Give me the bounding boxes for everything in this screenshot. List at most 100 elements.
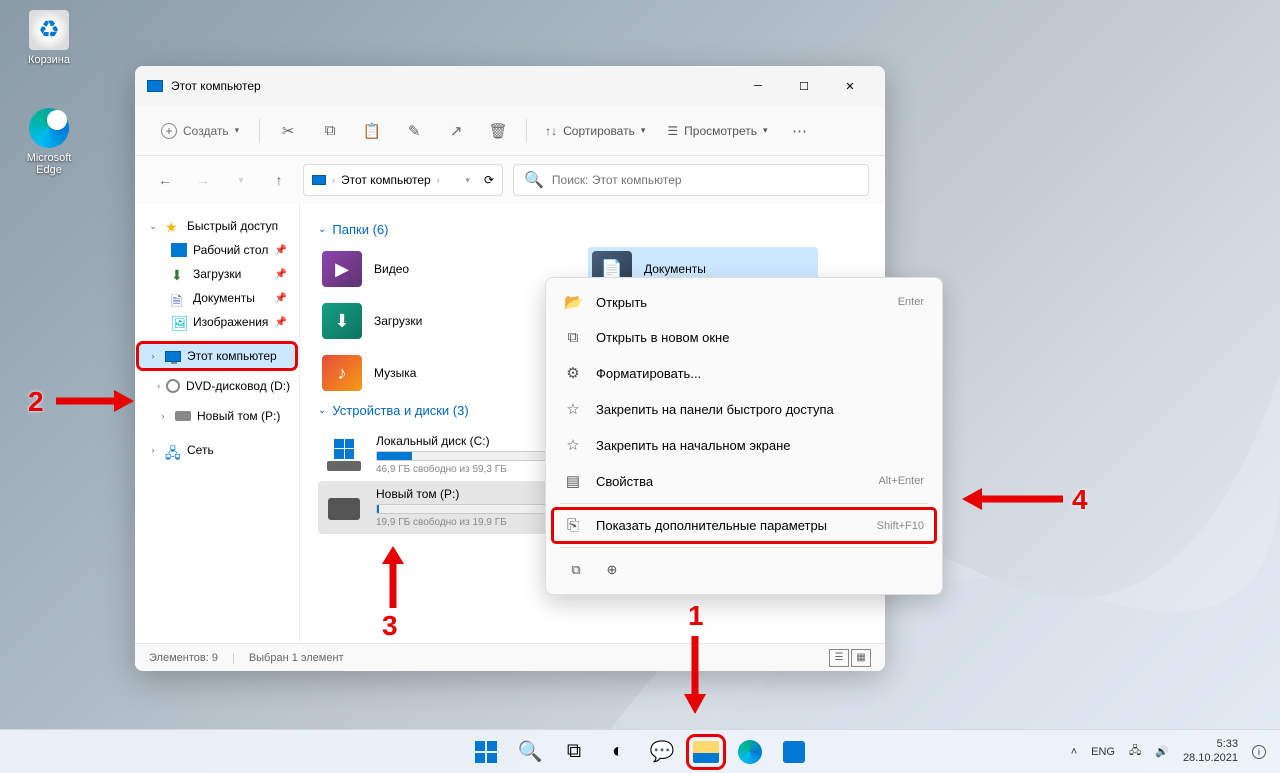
ctx-properties[interactable]: ▤ Свойства Alt+Enter [552,463,936,499]
tray-network-icon[interactable]: 🖧 [1129,742,1141,761]
sidebar-dvd[interactable]: › DVD-дисковод (D:) [139,374,295,398]
breadcrumb[interactable]: › Этот компьютер › ▾ ⟳ [303,164,503,196]
downloads-folder-icon: ⬇ [322,303,362,339]
arrow-icon [960,486,1065,512]
download-icon: ⬇ [171,267,187,281]
taskbar-taskview-button[interactable]: ⧉ [555,733,593,771]
tray-notifications-icon[interactable]: i [1252,745,1266,759]
up-button[interactable]: ↑ [265,166,293,194]
forward-button[interactable]: → [189,166,217,194]
search-icon: 🔍 [524,170,544,190]
format-icon: ⚙ [564,364,582,382]
more-options-icon: ⎘ [564,517,582,534]
chevron-right-icon: › [157,381,160,391]
taskbar-widgets-button[interactable]: ◐ [599,733,637,771]
ctx-pin-quick-access[interactable]: ☆ Закрепить на панели быстрого доступа [552,391,936,427]
nav-sidebar: ⌄ ★ Быстрый доступ Рабочий стол 📌 ⬇ Загр… [135,204,300,643]
taskbar-explorer-button[interactable] [687,733,725,771]
titlebar[interactable]: Этот компьютер ─ ☐ ✕ [135,66,885,106]
maximize-button[interactable]: ☐ [781,70,827,102]
explorer-icon [693,741,719,763]
cut-button[interactable]: ✂ [270,115,306,147]
sidebar-this-pc[interactable]: › Этот компьютер [139,344,295,368]
chevron-down-icon: ⌄ [318,224,326,235]
rename-button[interactable]: ✎ [396,115,432,147]
tray-volume-icon[interactable]: 🔊 [1155,745,1169,758]
video-folder-icon: ▶ [322,251,362,287]
chevron-down-icon[interactable]: ▾ [465,175,470,186]
view-button[interactable]: ☰ Просмотреть ▾ [659,118,775,144]
item-count: Элементов: 9 [149,652,218,664]
pin-icon: 📌 [275,317,287,328]
chevron-right-icon: › [157,411,169,421]
ctx-open-new-window[interactable]: ⧉ Открыть в новом окне [552,320,936,355]
disc-icon [166,379,180,393]
new-button[interactable]: + Создать ▾ [151,117,249,145]
folder-music[interactable]: ♪ Музыка [318,351,548,395]
sort-icon: ↑↓ [545,124,557,138]
sort-button[interactable]: ↑↓ Сортировать ▾ [537,118,653,144]
sidebar-volume[interactable]: › Новый том (P:) [139,404,295,428]
callout-2: 2 [28,386,44,418]
callout-1: 1 [688,600,704,632]
network-icon: 🖧 [165,443,181,457]
back-button[interactable]: ← [151,166,179,194]
document-icon: 🗎 [171,291,187,305]
ctx-format[interactable]: ⚙ Форматировать... [552,355,936,391]
folder-open-icon: 📂 [564,293,582,311]
star-icon: ★ [165,219,181,233]
delete-button[interactable]: 🗑 [480,115,516,147]
chevron-right-icon: › [147,351,159,361]
music-folder-icon: ♪ [322,355,362,391]
refresh-button[interactable]: ⟳ [484,173,494,187]
ctx-copy-button[interactable]: ⧉ [562,558,590,582]
tray-clock[interactable]: 5:33 28.10.2021 [1183,738,1238,764]
this-pc-icon [165,351,181,362]
more-button[interactable]: ⋯ [782,115,818,147]
ctx-show-more-options[interactable]: ⎘ Показать дополнительные параметры Shif… [552,508,936,543]
plus-icon: + [161,123,177,139]
close-button[interactable]: ✕ [827,70,873,102]
folder-downloads[interactable]: ⬇ Загрузки [318,299,548,343]
folders-header[interactable]: ⌄ Папки (6) [318,222,867,237]
chevron-down-icon: ▾ [235,125,240,136]
pin-start-icon: ☆ [564,436,582,454]
taskbar-search-button[interactable]: 🔍 [511,733,549,771]
minimize-button[interactable]: ─ [735,70,781,102]
status-bar: Элементов: 9 | Выбран 1 элемент ☰ ▦ [135,643,885,671]
sidebar-downloads[interactable]: ⬇ Загрузки 📌 [139,262,295,286]
desktop-icon-recycle-bin[interactable]: Корзина [14,10,84,66]
edge-icon [29,108,69,148]
sidebar-pictures[interactable]: 🖼 Изображения 📌 [139,310,295,334]
sidebar-desktop[interactable]: Рабочий стол 📌 [139,238,295,262]
search-box[interactable]: 🔍 [513,164,869,196]
recycle-icon [29,10,69,50]
arrow-icon [380,546,406,610]
tray-chevron-icon[interactable]: ˄ [1071,746,1077,758]
tray-language[interactable]: ENG [1091,746,1115,758]
share-button[interactable]: ↗ [438,115,474,147]
view-grid-button[interactable]: ▦ [851,649,871,667]
sidebar-documents[interactable]: 🗎 Документы 📌 [139,286,295,310]
chevron-down-icon: ⌄ [318,405,326,416]
folder-video[interactable]: ▶ Видео [318,247,548,291]
ctx-pin-start[interactable]: ☆ Закрепить на начальном экране [552,427,936,463]
arrow-icon [682,634,708,714]
recent-button[interactable]: ▾ [227,166,255,194]
taskbar-edge-button[interactable] [731,733,769,771]
this-pc-icon [312,175,326,185]
ctx-new-button[interactable]: ⊕ [598,558,626,582]
taskbar-store-button[interactable] [775,733,813,771]
taskbar-chat-button[interactable]: 💬 [643,733,681,771]
sidebar-quick-access[interactable]: ⌄ ★ Быстрый доступ [139,214,295,238]
paste-button[interactable]: 📋 [354,115,390,147]
desktop-icon-edge[interactable]: Microsoft Edge [14,108,84,176]
properties-icon: ▤ [564,472,582,490]
start-button[interactable] [467,733,505,771]
ctx-open[interactable]: 📂 Открыть Enter [552,284,936,320]
chevron-down-icon: ⌄ [147,221,159,232]
view-list-button[interactable]: ☰ [829,649,849,667]
search-input[interactable] [552,173,858,187]
copy-button[interactable]: ⧉ [312,115,348,147]
sidebar-network[interactable]: › 🖧 Сеть [139,438,295,462]
